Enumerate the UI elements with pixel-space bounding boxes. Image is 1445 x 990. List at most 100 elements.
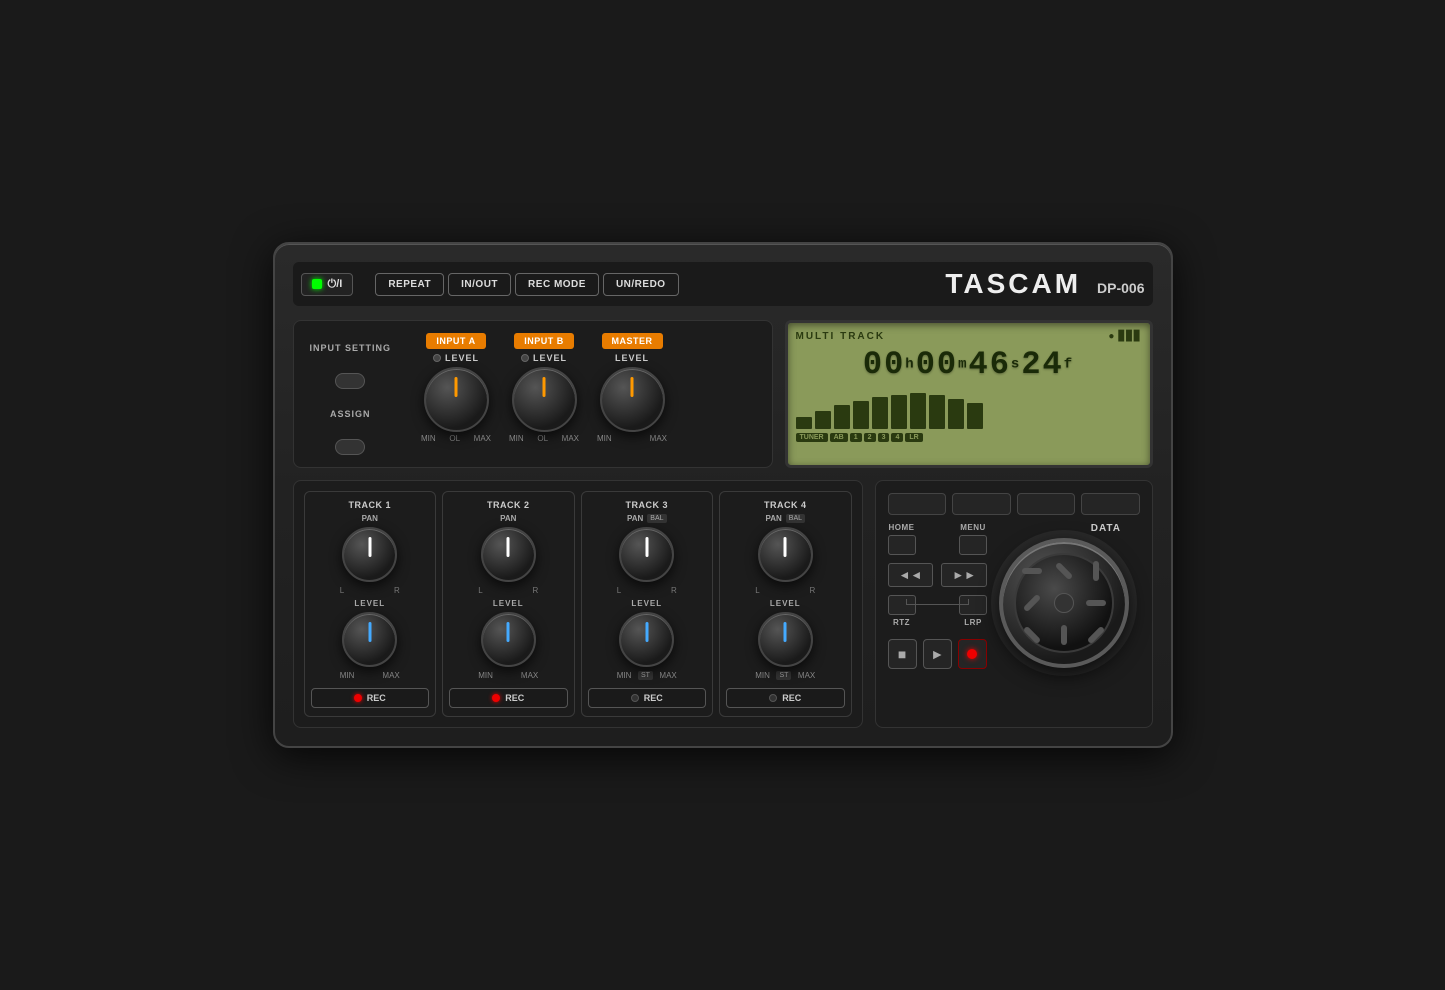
track-3-min-label: MIN <box>617 671 632 680</box>
stop-button[interactable]: ■ <box>888 639 917 669</box>
master-max-label: MAX <box>650 434 667 443</box>
track-3-rec-button[interactable]: REC <box>588 688 707 708</box>
data-knob[interactable] <box>999 538 1129 668</box>
track-1-title: TRACK 1 <box>348 500 391 510</box>
fn-button-2[interactable] <box>952 493 1011 515</box>
rec-transport-button[interactable] <box>958 639 987 669</box>
track-2-title: TRACK 2 <box>487 500 530 510</box>
rtz-button[interactable] <box>888 595 916 615</box>
track-4-rec-led <box>769 694 777 702</box>
meter-bar-9 <box>967 403 983 429</box>
track-4-level-knob[interactable] <box>758 612 813 667</box>
fn-buttons <box>888 493 1140 515</box>
master-button[interactable]: MASTER <box>602 333 663 349</box>
track-4-pan-knob[interactable] <box>758 527 813 582</box>
track-3-level-knob[interactable] <box>619 612 674 667</box>
tascam-dp006-device: ⏻/I REPEAT IN/OUT REC MODE UN/REDO TASCA… <box>273 242 1173 748</box>
input-a-min-label: MIN <box>421 434 436 443</box>
track-1-level-knob[interactable] <box>342 612 397 667</box>
repeat-button[interactable]: REPEAT <box>375 273 444 296</box>
master-knob[interactable] <box>600 367 665 432</box>
track-4-bal-badge: BAL <box>786 514 805 523</box>
data-tick-7 <box>1061 625 1067 645</box>
input-a-channel: INPUT A LEVEL MIN OL M <box>421 333 491 443</box>
track-4-minmax-labels: MIN ST MAX <box>755 671 815 680</box>
track-4-st-badge: ST <box>776 671 791 680</box>
in-out-button[interactable]: IN/OUT <box>448 273 511 296</box>
meter-bar-2 <box>834 405 850 429</box>
transport-left: HOME MENU ◄◄ ►► <box>888 523 988 669</box>
track-3-rec-led <box>631 694 639 702</box>
track-3-pan-indicator <box>645 537 648 557</box>
menu-group: MENU <box>959 523 987 555</box>
input-b-knob-wrap: MIN OL MAX <box>509 367 579 443</box>
home-group: HOME <box>888 523 916 555</box>
track-2-pan-knob[interactable] <box>481 527 536 582</box>
track-3-lr-labels: L R <box>617 586 677 595</box>
track-2-rec-button[interactable]: REC <box>449 688 568 708</box>
model-name: DP-006 <box>1097 280 1144 296</box>
track-1-column: TRACK 1 PAN L R LEVEL MIN MAX <box>304 491 437 717</box>
lrp-label: LRP <box>964 618 982 627</box>
track-1-rec-button[interactable]: REC <box>311 688 430 708</box>
track-1-pan-knob[interactable] <box>342 527 397 582</box>
track-3-r-label: R <box>671 586 677 595</box>
lrp-button[interactable] <box>959 595 987 615</box>
input-a-knob-indicator <box>455 377 458 397</box>
power-button[interactable]: ⏻/I <box>301 273 354 296</box>
display-bottom-label-4: 3 <box>878 433 890 442</box>
track-1-max-label: MAX <box>382 671 399 680</box>
home-label: HOME <box>889 523 915 532</box>
input-a-button[interactable]: INPUT A <box>426 333 485 349</box>
track-1-pan-label: PAN <box>362 514 378 523</box>
master-knob-labels: MIN MAX <box>597 434 667 443</box>
ff-button[interactable]: ►► <box>941 563 987 587</box>
play-button[interactable]: ► <box>923 639 952 669</box>
input-b-max-label: MAX <box>562 434 579 443</box>
rec-mode-button[interactable]: REC MODE <box>515 273 599 296</box>
meter-bar-6 <box>910 393 926 429</box>
time-frames: 24 <box>1021 346 1063 383</box>
fn-button-1[interactable] <box>888 493 947 515</box>
input-setting-label: INPUT SETTING <box>310 343 392 353</box>
meter-bar-4 <box>872 397 888 429</box>
input-b-knob[interactable] <box>512 367 577 432</box>
track-4-rec-button[interactable]: REC <box>726 688 845 708</box>
input-b-button[interactable]: INPUT B <box>514 333 574 349</box>
master-knob-indicator <box>631 377 634 397</box>
track-3-max-label: MAX <box>659 671 676 680</box>
fn-button-3[interactable] <box>1017 493 1076 515</box>
input-setting-button[interactable] <box>335 373 365 389</box>
track-2-max-label: MAX <box>521 671 538 680</box>
track-4-max-label: MAX <box>798 671 815 680</box>
display-time: 00h00m46s24f <box>796 346 1142 383</box>
fn-button-4[interactable] <box>1081 493 1140 515</box>
input-a-knob-wrap: MIN OL MAX <box>421 367 491 443</box>
menu-button[interactable] <box>959 535 987 555</box>
input-a-knob[interactable] <box>424 367 489 432</box>
controls-area: HOME MENU ◄◄ ►► <box>875 480 1153 728</box>
input-top: INPUT SETTING ASSIGN INPUT A LEVEL <box>310 333 756 455</box>
bottom-transport: ■ ► <box>888 639 988 669</box>
middle-section: INPUT SETTING ASSIGN INPUT A LEVEL <box>293 320 1153 468</box>
track-1-minmax-labels: MIN MAX <box>340 671 400 680</box>
track-2-level-knob[interactable] <box>481 612 536 667</box>
track-4-level-indicator <box>784 622 787 642</box>
track-3-pan-knob[interactable] <box>619 527 674 582</box>
assign-button[interactable] <box>335 439 365 455</box>
track-4-pan-label: PAN <box>765 514 781 523</box>
time-seconds: 46 <box>969 346 1011 383</box>
home-button[interactable] <box>888 535 916 555</box>
track-3-bal-badge: BAL <box>647 514 666 523</box>
meter-bar-7 <box>929 395 945 429</box>
rew-button[interactable]: ◄◄ <box>888 563 934 587</box>
home-menu-row: HOME MENU <box>888 523 988 555</box>
track-2-l-label: L <box>478 586 482 595</box>
track-3-level-indicator <box>645 622 648 642</box>
track-4-level-label: LEVEL <box>770 599 801 608</box>
rtz-lrp-row: RTZ LRP <box>888 595 988 627</box>
display-bottom-label-5: 4 <box>891 433 903 442</box>
un-redo-button[interactable]: UN/REDO <box>603 273 679 296</box>
display-bottom-label-3: 2 <box>864 433 876 442</box>
track-2-rec-label: REC <box>505 693 524 703</box>
